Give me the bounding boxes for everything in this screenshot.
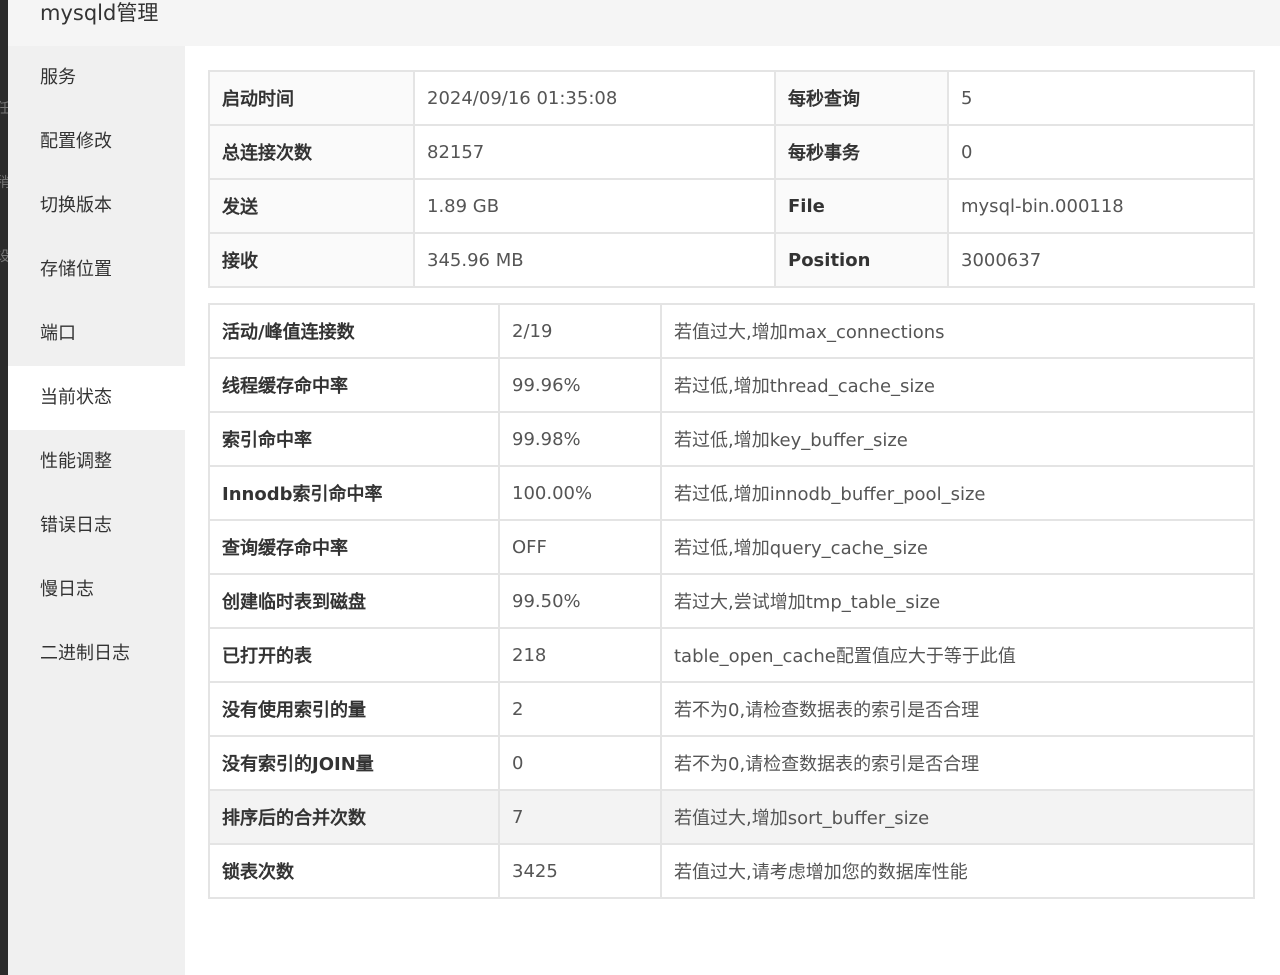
metric-name: 没有索引的JOIN量	[208, 735, 500, 791]
sidebar-item-service[interactable]: 服务	[8, 46, 185, 110]
table-row: 创建临时表到磁盘 99.50% 若过大,尝试增加tmp_table_size	[208, 573, 1255, 629]
metric-value: OFF	[498, 519, 662, 575]
table-row: 活动/峰值连接数 2/19 若值过大,增加max_connections	[208, 303, 1255, 359]
metric-name: 已打开的表	[208, 627, 500, 683]
metric-name: 索引命中率	[208, 411, 500, 467]
metric-value: 3425	[498, 843, 662, 899]
table-row: 发送 1.89 GB File mysql-bin.000118	[208, 178, 1255, 234]
main-content: 启动时间 2024/09/16 01:35:08 每秒查询 5 总连接次数 82…	[185, 46, 1280, 975]
metric-hint: 若值过大,增加max_connections	[660, 303, 1255, 359]
metrics-table: 活动/峰值连接数 2/19 若值过大,增加max_connections 线程缓…	[208, 303, 1255, 899]
sidebar-item-status[interactable]: 当前状态	[8, 366, 185, 430]
sidebar-item-switch-version[interactable]: 切换版本	[8, 174, 185, 238]
metric-hint: 若过低,增加key_buffer_size	[660, 411, 1255, 467]
sidebar-item-error-log[interactable]: 错误日志	[8, 494, 185, 558]
summary-key: 每秒查询	[774, 70, 949, 126]
metric-name: Innodb索引命中率	[208, 465, 500, 521]
summary-key: 总连接次数	[208, 124, 415, 180]
metric-value: 7	[498, 789, 662, 845]
sidebar-item-port[interactable]: 端口	[8, 302, 185, 366]
table-row: 线程缓存命中率 99.96% 若过低,增加thread_cache_size	[208, 357, 1255, 413]
metric-name: 活动/峰值连接数	[208, 303, 500, 359]
summary-key: 接收	[208, 232, 415, 288]
summary-value: 2024/09/16 01:35:08	[413, 70, 776, 126]
metric-name: 排序后的合并次数	[208, 789, 500, 845]
table-row: 没有索引的JOIN量 0 若不为0,请检查数据表的索引是否合理	[208, 735, 1255, 791]
metric-hint: 若过大,尝试增加tmp_table_size	[660, 573, 1255, 629]
summary-table: 启动时间 2024/09/16 01:35:08 每秒查询 5 总连接次数 82…	[208, 70, 1255, 288]
sidebar-item-binlog[interactable]: 二进制日志	[8, 622, 185, 686]
summary-value: mysql-bin.000118	[947, 178, 1255, 234]
summary-key: 每秒事务	[774, 124, 949, 180]
metric-hint: 若过低,增加query_cache_size	[660, 519, 1255, 575]
metric-value: 99.98%	[498, 411, 662, 467]
summary-value: 3000637	[947, 232, 1255, 288]
table-row: 已打开的表 218 table_open_cache配置值应大于等于此值	[208, 627, 1255, 683]
table-row: 排序后的合并次数 7 若值过大,增加sort_buffer_size	[208, 789, 1255, 845]
metric-name: 锁表次数	[208, 843, 500, 899]
sidebar-item-slow-log[interactable]: 慢日志	[8, 558, 185, 622]
table-row: 接收 345.96 MB Position 3000637	[208, 232, 1255, 288]
metric-value: 2	[498, 681, 662, 737]
metric-value: 99.96%	[498, 357, 662, 413]
summary-value: 1.89 GB	[413, 178, 776, 234]
metric-hint: 若不为0,请检查数据表的索引是否合理	[660, 735, 1255, 791]
metric-value: 100.00%	[498, 465, 662, 521]
summary-value: 5	[947, 70, 1255, 126]
summary-key: Position	[774, 232, 949, 288]
sidebar-item-performance[interactable]: 性能调整	[8, 430, 185, 494]
metric-value: 218	[498, 627, 662, 683]
metric-value: 2/19	[498, 303, 662, 359]
table-row: 总连接次数 82157 每秒事务 0	[208, 124, 1255, 180]
sidebar-item-config[interactable]: 配置修改	[8, 110, 185, 174]
summary-key: File	[774, 178, 949, 234]
background-window-edge: 任 稍 设	[0, 0, 10, 975]
metric-hint: 若过低,增加innodb_buffer_pool_size	[660, 465, 1255, 521]
summary-value: 82157	[413, 124, 776, 180]
metric-name: 线程缓存命中率	[208, 357, 500, 413]
metric-hint: 若值过大,增加sort_buffer_size	[660, 789, 1255, 845]
metric-name: 查询缓存命中率	[208, 519, 500, 575]
metric-hint: table_open_cache配置值应大于等于此值	[660, 627, 1255, 683]
title-bar: mysqld管理	[8, 0, 1280, 46]
table-row: 查询缓存命中率 OFF 若过低,增加query_cache_size	[208, 519, 1255, 575]
summary-value: 0	[947, 124, 1255, 180]
metric-hint: 若不为0,请检查数据表的索引是否合理	[660, 681, 1255, 737]
metric-value: 0	[498, 735, 662, 791]
table-row: 启动时间 2024/09/16 01:35:08 每秒查询 5	[208, 70, 1255, 126]
table-row: 索引命中率 99.98% 若过低,增加key_buffer_size	[208, 411, 1255, 467]
metric-name: 没有使用索引的量	[208, 681, 500, 737]
metric-name: 创建临时表到磁盘	[208, 573, 500, 629]
metric-hint: 若过低,增加thread_cache_size	[660, 357, 1255, 413]
sidebar: 服务 配置修改 切换版本 存储位置 端口 当前状态 性能调整 错误日志 慢日志 …	[8, 46, 185, 975]
summary-value: 345.96 MB	[413, 232, 776, 288]
table-row: 没有使用索引的量 2 若不为0,请检查数据表的索引是否合理	[208, 681, 1255, 737]
table-row: Innodb索引命中率 100.00% 若过低,增加innodb_buffer_…	[208, 465, 1255, 521]
metric-hint: 若值过大,请考虑增加您的数据库性能	[660, 843, 1255, 899]
table-row: 锁表次数 3425 若值过大,请考虑增加您的数据库性能	[208, 843, 1255, 899]
sidebar-item-storage[interactable]: 存储位置	[8, 238, 185, 302]
summary-key: 启动时间	[208, 70, 415, 126]
metric-value: 99.50%	[498, 573, 662, 629]
window-title: mysqld管理	[40, 1, 159, 25]
summary-key: 发送	[208, 178, 415, 234]
